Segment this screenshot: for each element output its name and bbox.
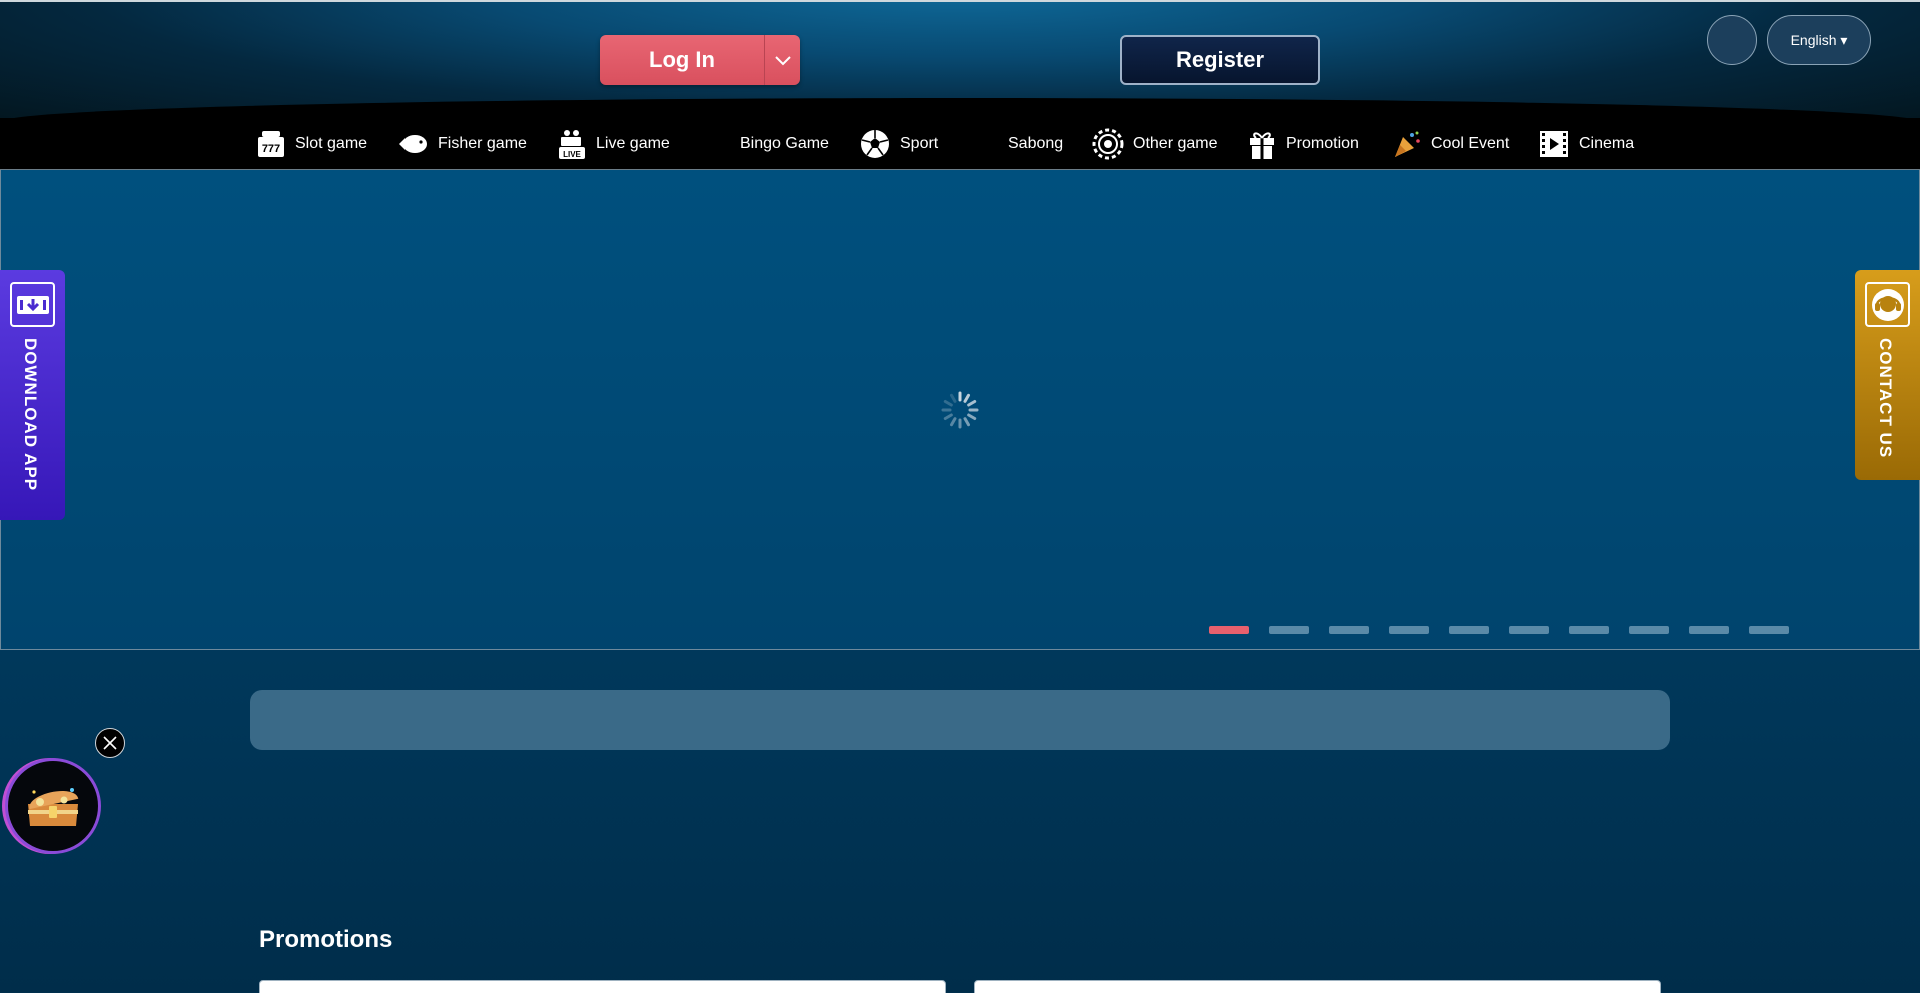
loading-spinner-icon bbox=[941, 391, 979, 429]
carousel-pagination bbox=[1209, 626, 1789, 634]
nav-item-slot-game[interactable]: 777 Slot game bbox=[256, 128, 367, 160]
close-icon[interactable] bbox=[95, 728, 125, 758]
nav-item-bingo-game[interactable]: Bingo Game bbox=[740, 128, 829, 160]
carousel-dot[interactable] bbox=[1269, 626, 1309, 634]
main-nav: 777 Slot game Fisher game LIVE Live game… bbox=[0, 118, 1920, 170]
nav-label: Slot game bbox=[295, 135, 368, 152]
headset-support-icon bbox=[1871, 288, 1904, 321]
carousel-dot[interactable] bbox=[1449, 626, 1489, 634]
carousel-dot[interactable] bbox=[1389, 626, 1429, 634]
carousel-dot[interactable] bbox=[1749, 626, 1789, 634]
login-button[interactable]: Log In bbox=[600, 35, 765, 85]
carousel-dot[interactable] bbox=[1569, 626, 1609, 634]
fish-icon bbox=[399, 135, 427, 153]
gift-icon bbox=[1250, 132, 1274, 159]
close-x-icon bbox=[103, 736, 117, 750]
party-popper-icon bbox=[1395, 131, 1420, 157]
announcement-marquee bbox=[250, 690, 1670, 750]
register-button[interactable]: Register bbox=[1120, 35, 1320, 85]
nav-item-cinema[interactable]: Cinema bbox=[1538, 128, 1634, 160]
soccer-ball-icon bbox=[861, 130, 889, 158]
chevron-down-icon bbox=[774, 56, 791, 66]
nav-item-cool-event[interactable]: Cool Event bbox=[1392, 128, 1509, 160]
nav-label: Fisher game bbox=[438, 135, 527, 152]
contact-us-label: CONTACT US bbox=[1876, 338, 1895, 459]
nav-label: Cool Event bbox=[1431, 135, 1510, 152]
slot-777-icon: 777 bbox=[258, 131, 284, 157]
nav-label: Promotion bbox=[1286, 135, 1359, 152]
carousel-dot[interactable] bbox=[1689, 626, 1729, 634]
nav-label: Bingo Game bbox=[740, 135, 829, 152]
casino-chip-icon bbox=[1092, 128, 1124, 160]
promotions-heading: Promotions bbox=[259, 926, 393, 953]
live-camera-icon: LIVE bbox=[559, 130, 585, 159]
promotion-card[interactable] bbox=[259, 980, 946, 993]
download-app-label: DOWNLOAD APP bbox=[21, 338, 40, 492]
contact-icon-box bbox=[1865, 282, 1910, 327]
treasure-chest-button[interactable] bbox=[5, 758, 101, 854]
nav-item-live-game[interactable]: LIVE Live game bbox=[557, 128, 670, 160]
treasure-chest-icon bbox=[28, 788, 79, 826]
carousel-dot[interactable] bbox=[1629, 626, 1669, 634]
nav-item-fisher-game[interactable]: Fisher game bbox=[397, 128, 527, 160]
film-icon bbox=[1540, 131, 1568, 157]
svg-text:LIVE: LIVE bbox=[563, 150, 581, 159]
nav-item-sabong[interactable]: Sabong bbox=[1008, 128, 1063, 160]
download-icon bbox=[16, 295, 49, 314]
nav-label: Sport bbox=[900, 135, 939, 152]
nav-item-promotion[interactable]: Promotion bbox=[1247, 128, 1359, 160]
login-group: Log In bbox=[600, 35, 800, 85]
nav-label: Sabong bbox=[1008, 135, 1064, 152]
nav-label: Cinema bbox=[1579, 135, 1635, 152]
language-selector[interactable]: English ▾ bbox=[1767, 15, 1871, 65]
contact-us-tab[interactable]: CONTACT US bbox=[1855, 270, 1920, 480]
carousel-dot[interactable] bbox=[1509, 626, 1549, 634]
download-app-tab[interactable]: DOWNLOAD APP bbox=[0, 270, 65, 520]
nav-label: Live game bbox=[596, 135, 670, 152]
login-dropdown-button[interactable] bbox=[765, 35, 800, 85]
promotion-card[interactable] bbox=[974, 980, 1661, 993]
download-icon-box bbox=[10, 282, 55, 327]
carousel-dot[interactable] bbox=[1209, 626, 1249, 634]
carousel-dot[interactable] bbox=[1329, 626, 1369, 634]
site-header bbox=[0, 0, 1920, 122]
avatar[interactable] bbox=[1707, 15, 1757, 65]
nav-label: Other game bbox=[1133, 135, 1218, 152]
nav-item-sport[interactable]: Sport bbox=[859, 128, 938, 160]
nav-item-other-game[interactable]: Other game bbox=[1092, 128, 1217, 160]
svg-text:777: 777 bbox=[262, 143, 280, 155]
